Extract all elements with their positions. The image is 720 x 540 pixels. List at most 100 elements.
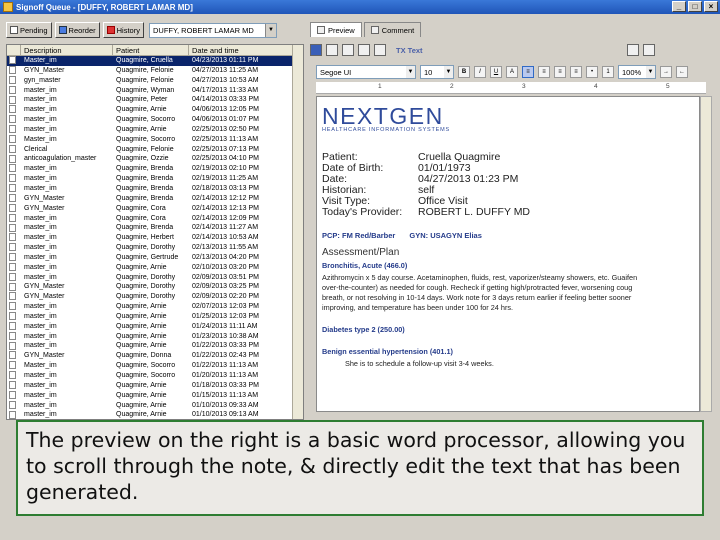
row-checkbox[interactable] [7, 351, 21, 361]
table-row[interactable]: master_im Quagmire, Arnie 01/18/2013 03:33… [7, 381, 303, 391]
reorder-button[interactable]: Reorder [54, 22, 100, 38]
outdent-button[interactable]: ← [676, 66, 688, 78]
table-row[interactable]: master_im Quagmire, Dorothy 02/09/2013 03:… [7, 272, 303, 283]
row-checkbox[interactable] [7, 341, 21, 351]
redo-icon[interactable] [642, 44, 655, 56]
table-row[interactable]: master_im Quagmire, Arnie 01/15/2013 11:13… [7, 390, 303, 401]
row-checkbox[interactable] [7, 262, 21, 273]
table-row[interactable]: master_im Quagmire, Arnie 02/10/2013 03:20… [7, 262, 303, 273]
row-checkbox[interactable] [7, 331, 21, 342]
table-row[interactable]: GYN_Master Quagmire, Dorothy 02/09/2013 03… [7, 282, 303, 292]
row-checkbox[interactable] [7, 125, 21, 135]
row-checkbox[interactable] [7, 193, 21, 204]
table-row[interactable]: master_im Quagmire, Arnie 02/07/2013 12:03… [7, 302, 303, 312]
zoom-select[interactable]: 100% ▼ [618, 65, 656, 79]
row-checkbox[interactable] [7, 203, 21, 214]
indent-button[interactable]: → [660, 66, 672, 78]
font-size-select[interactable]: 10 ▼ [420, 65, 454, 79]
table-row[interactable]: master_im Quagmire, Dorothy 02/13/2013 11:… [7, 243, 303, 253]
table-scrollbar[interactable] [292, 45, 303, 419]
row-checkbox[interactable] [7, 282, 21, 292]
row-checkbox[interactable] [7, 381, 21, 391]
row-checkbox[interactable] [7, 233, 21, 243]
row-checkbox[interactable] [7, 253, 21, 263]
row-checkbox[interactable] [7, 174, 21, 184]
table-row[interactable]: Master_im Quagmire, Cruella 04/23/2013 01:… [7, 56, 303, 66]
row-checkbox[interactable] [7, 292, 21, 302]
note-document[interactable]: NEXTGEN HEALTHCARE INFORMATION SYSTEMS P… [316, 96, 700, 412]
table-row[interactable]: GYN_Master Quagmire, Dorothy 02/09/2013 02… [7, 292, 303, 302]
cut-icon[interactable] [342, 44, 354, 56]
history-button[interactable]: History [102, 22, 144, 38]
provider-select[interactable]: DUFFY, ROBERT LAMAR MD ▼ [148, 22, 277, 38]
header-date[interactable]: Date and time [189, 45, 293, 55]
table-row[interactable]: master_im Quagmire, Arnie 01/22/2013 03:33… [7, 341, 303, 351]
align-left-button[interactable]: ≡ [522, 66, 534, 78]
minimize-button[interactable]: _ [672, 1, 686, 12]
numbering-button[interactable]: 1 [602, 66, 614, 78]
maximize-button[interactable]: □ [688, 1, 702, 12]
tab-preview[interactable]: Preview [310, 22, 362, 37]
table-row[interactable]: master_im Quagmire, Arnie 04/06/2013 12:05… [7, 105, 303, 115]
row-checkbox[interactable] [7, 144, 21, 155]
table-row[interactable]: Clerical Quagmire, Felonie 02/25/2013 07:1… [7, 144, 303, 155]
table-row[interactable]: master_im Quagmire, Arnie 02/25/2013 02:50… [7, 125, 303, 135]
row-checkbox[interactable] [7, 134, 21, 145]
row-checkbox[interactable] [7, 390, 21, 401]
table-row[interactable]: master_im Quagmire, Arnie 01/24/2013 11:11… [7, 321, 303, 332]
row-checkbox[interactable] [7, 410, 21, 419]
row-checkbox[interactable] [7, 56, 21, 66]
align-right-button[interactable]: ≡ [554, 66, 566, 78]
row-checkbox[interactable] [7, 302, 21, 312]
bold-button[interactable]: B [458, 66, 470, 78]
row-checkbox[interactable] [7, 371, 21, 381]
table-row[interactable]: Master_im Quagmire, Socorro 01/22/2013 11:… [7, 361, 303, 371]
bullets-button[interactable]: • [586, 66, 598, 78]
row-checkbox[interactable] [7, 66, 21, 76]
row-checkbox[interactable] [7, 95, 21, 105]
table-row[interactable]: master_im Quagmire, Socorro 01/20/2013 11:… [7, 371, 303, 381]
document-scrollbar[interactable] [700, 96, 712, 412]
underline-button[interactable]: U [490, 66, 502, 78]
table-row[interactable]: GYN_Master Quagmire, Felonie 04/27/2013 11… [7, 66, 303, 76]
table-row[interactable]: master_im Quagmire, Peter 04/14/2013 03:33… [7, 95, 303, 105]
close-button[interactable]: × [704, 1, 718, 12]
row-checkbox[interactable] [7, 243, 21, 253]
row-checkbox[interactable] [7, 154, 21, 164]
font-select[interactable]: Segoe UI ▼ [316, 65, 416, 79]
table-row[interactable]: GYN_Master Quagmire, Brenda 02/14/2013 12:… [7, 193, 303, 204]
justify-button[interactable]: ≡ [570, 66, 582, 78]
table-row[interactable]: master_im Quagmire, Socorro 04/06/2013 01:… [7, 115, 303, 125]
table-row[interactable]: master_im Quagmire, Herbert 02/14/2013 10:… [7, 233, 303, 243]
table-row[interactable]: Master_im Quagmire, Socorro 02/25/2013 11:… [7, 134, 303, 145]
header-description[interactable]: Description [21, 45, 113, 55]
table-row[interactable]: master_im Quagmire, Brenda 02/14/2013 11:2… [7, 223, 303, 233]
save-icon[interactable] [310, 44, 322, 56]
row-checkbox[interactable] [7, 184, 21, 194]
row-checkbox[interactable] [7, 85, 21, 96]
table-row[interactable]: master_im Quagmire, Gertrude 02/13/2013 04… [7, 253, 303, 263]
table-row[interactable]: anticoagulation_master Quagmire, Ozzie 02/… [7, 154, 303, 164]
table-row[interactable]: master_im Quagmire, Cora 02/14/2013 12:09 … [7, 213, 303, 224]
pending-button[interactable]: Pending [6, 22, 52, 38]
italic-button[interactable]: I [474, 66, 486, 78]
table-row[interactable]: master_im Quagmire, Brenda 02/19/2013 11:2… [7, 174, 303, 184]
row-checkbox[interactable] [7, 312, 21, 322]
row-checkbox[interactable] [7, 105, 21, 115]
copy-icon[interactable] [358, 44, 370, 56]
row-checkbox[interactable] [7, 400, 21, 411]
print-icon[interactable] [326, 44, 338, 56]
undo-icon[interactable] [626, 44, 639, 56]
table-row[interactable]: gyn_master Quagmire, Felonie 04/27/2013 10… [7, 75, 303, 86]
header-patient[interactable]: Patient [113, 45, 189, 55]
row-checkbox[interactable] [7, 164, 21, 174]
row-checkbox[interactable] [7, 272, 21, 283]
paste-icon[interactable] [374, 44, 386, 56]
table-row[interactable]: master_im Quagmire, Wyman 04/17/2013 11:33… [7, 85, 303, 96]
table-row[interactable]: master_im Quagmire, Arnie 01/10/2013 09:13… [7, 410, 303, 419]
table-row[interactable]: master_im Quagmire, Arnie 01/25/2013 12:03… [7, 312, 303, 322]
row-checkbox[interactable] [7, 115, 21, 125]
row-checkbox[interactable] [7, 223, 21, 233]
table-row[interactable]: master_im Quagmire, Brenda 02/18/2013 03:1… [7, 184, 303, 194]
table-row[interactable]: master_im Quagmire, Brenda 02/19/2013 02:1… [7, 164, 303, 174]
